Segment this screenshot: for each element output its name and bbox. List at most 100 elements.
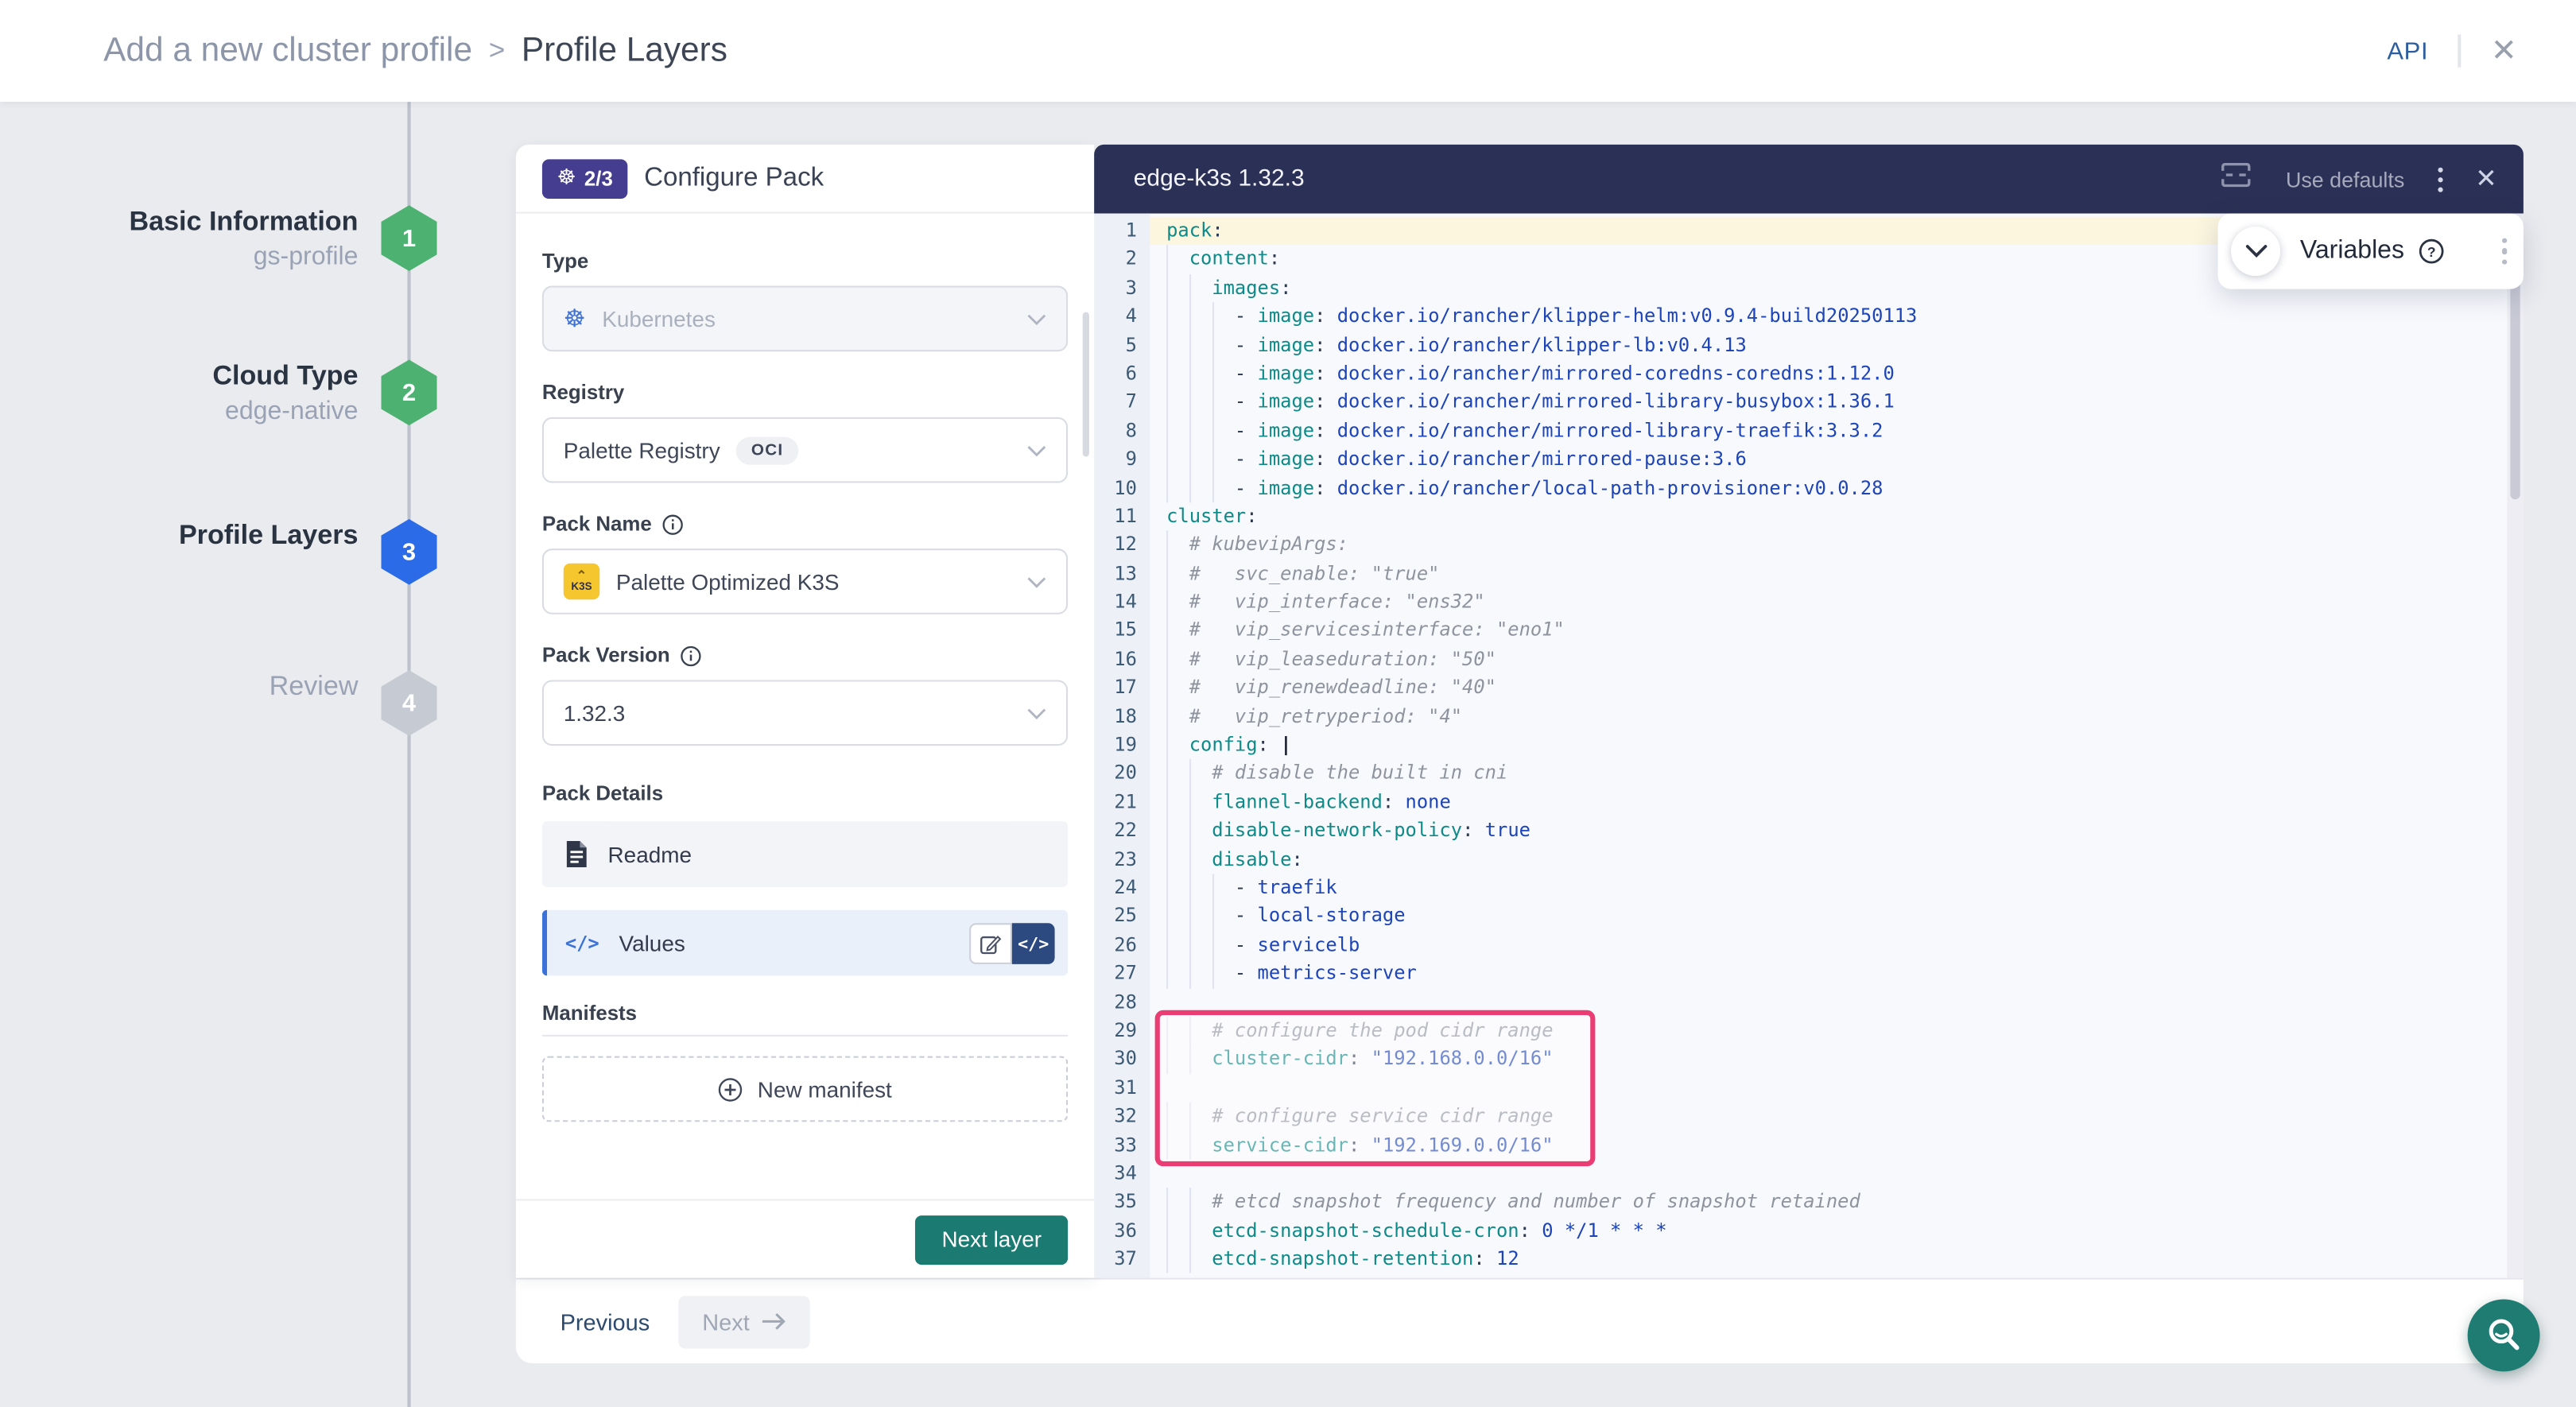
document-icon — [565, 841, 588, 867]
step-badge-hexagon: 4 — [381, 670, 436, 736]
kubernetes-icon: ☸ — [564, 304, 586, 333]
code-line: flannel-backend: none — [1150, 788, 2507, 816]
breadcrumb-current: Profile Layers — [522, 31, 727, 71]
type-label: Type — [542, 250, 1068, 273]
top-header: Add a new cluster profile > Profile Laye… — [0, 0, 2576, 102]
info-icon[interactable] — [680, 645, 701, 666]
kebab-menu-icon[interactable] — [2501, 238, 2507, 265]
sidebar-step-review[interactable]: Review 4 — [66, 669, 437, 704]
code-line: # vip_interface: "ens32" — [1150, 588, 2507, 617]
manifests-label: Manifests — [542, 1002, 1068, 1025]
pack-details-readme-item[interactable]: Readme — [542, 821, 1068, 887]
code-line: - image: docker.io/rancher/klipper-lb:v0… — [1150, 331, 2507, 359]
step-title: Basic Information — [66, 203, 359, 239]
search-icon — [2484, 1316, 2524, 1355]
registry-select[interactable]: Palette Registry OCI — [542, 417, 1068, 483]
panel-title: Configure Pack — [644, 164, 824, 193]
code-line: cluster-cidr: "192.168.0.0/16" — [1150, 1045, 2507, 1074]
pack-values-editor: edge-k3s 1.32.3 Use defaults ✕ 123456789… — [1094, 145, 2524, 1278]
search-fab-button[interactable] — [2468, 1299, 2540, 1371]
info-icon[interactable] — [661, 514, 683, 535]
next-layer-button[interactable]: Next layer — [915, 1215, 1068, 1264]
code-line: - image: docker.io/rancher/local-path-pr… — [1150, 474, 2507, 502]
pack-version-label: Pack Version — [542, 644, 1068, 667]
step-title: Review — [66, 669, 359, 704]
code-line: - image: docker.io/rancher/mirrored-libr… — [1150, 417, 2507, 445]
diff-compare-icon[interactable] — [2220, 161, 2252, 197]
code-line: etcd-snapshot-retention: 12 — [1150, 1245, 2507, 1273]
code-line — [1150, 988, 2507, 1017]
sidebar-step-basic-information[interactable]: Basic Information gs-profile 1 — [66, 203, 437, 276]
line-number-gutter: 1234567891011121314151617181920212223242… — [1094, 214, 1150, 1278]
k3s-pack-icon: ⌃ K3S — [564, 564, 599, 599]
editor-header: edge-k3s 1.32.3 Use defaults ✕ — [1094, 145, 2524, 214]
chevron-down-icon — [1026, 707, 1046, 719]
code-line: # disable the built in cni — [1150, 760, 2507, 789]
code-line: - image: docker.io/rancher/mirrored-core… — [1150, 359, 2507, 388]
form-scrollbar-thumb[interactable] — [1083, 312, 1089, 457]
svg-text:?: ? — [2428, 244, 2437, 260]
code-line: etcd-snapshot-schedule-cron: 0 */1 * * * — [1150, 1216, 2507, 1245]
breadcrumb: Add a new cluster profile > Profile Laye… — [103, 31, 727, 71]
code-line: disable-network-policy: true — [1150, 816, 2507, 845]
step-badge-hexagon: 3 — [381, 519, 436, 585]
previous-button[interactable]: Previous — [561, 1308, 650, 1335]
code-line: # vip_servicesinterface: "eno1" — [1150, 617, 2507, 645]
header-divider — [2458, 34, 2461, 67]
code-line: # vip_retryperiod: "4" — [1150, 703, 2507, 731]
editor-title: edge-k3s 1.32.3 — [1134, 166, 1305, 192]
breadcrumb-parent-link[interactable]: Add a new cluster profile — [103, 31, 472, 71]
kubernetes-icon: ☸ — [557, 168, 576, 189]
new-manifest-button[interactable]: New manifest — [542, 1056, 1068, 1122]
code-line: # vip_leaseduration: "50" — [1150, 645, 2507, 674]
code-line: - image: docker.io/rancher/klipper-helm:… — [1150, 303, 2507, 331]
next-button[interactable]: Next — [679, 1295, 810, 1347]
code-line: # configure service cidr range — [1150, 1103, 2507, 1131]
code-line — [1150, 1074, 2507, 1103]
close-icon[interactable]: ✕ — [2491, 35, 2517, 66]
arrow-right-icon — [762, 1312, 787, 1331]
sidebar-step-profile-layers[interactable]: Profile Layers 3 — [66, 517, 437, 553]
yaml-code-editor[interactable]: 1234567891011121314151617181920212223242… — [1094, 214, 2524, 1278]
plus-icon — [718, 1076, 743, 1101]
code-line: - servicelb — [1150, 931, 2507, 959]
code-line: # kubevipArgs: — [1150, 531, 2507, 560]
step-title: Cloud Type — [66, 358, 359, 393]
code-line: # vip_renewdeadline: "40" — [1150, 674, 2507, 703]
sidebar-step-cloud-type[interactable]: Cloud Type edge-native 2 — [66, 358, 437, 430]
editor-scrollbar[interactable] — [2507, 214, 2524, 1278]
edit-values-button[interactable] — [969, 923, 1012, 964]
configure-pack-panel: ☸ 2/3 Configure Pack Type ☸ Kubernetes R… — [516, 145, 1094, 1278]
pack-name-label: Pack Name — [542, 513, 1068, 536]
api-button[interactable]: API — [2387, 37, 2428, 64]
chevron-down-icon[interactable] — [2231, 227, 2280, 276]
type-select: ☸ Kubernetes — [542, 286, 1068, 352]
code-icon: </> — [565, 932, 599, 955]
code-line: - image: docker.io/rancher/mirrored-paus… — [1150, 445, 2507, 474]
code-view-button[interactable]: </> — [1012, 923, 1055, 964]
pack-details-values-item[interactable]: </> Values </> — [542, 910, 1068, 976]
registry-oci-badge: OCI — [736, 436, 798, 464]
code-line: # etcd snapshot frequency and number of … — [1150, 1188, 2507, 1217]
code-line: - traefik — [1150, 874, 2507, 902]
code-line: # svc_enable: "true" — [1150, 560, 2507, 588]
variables-label: Variables — [2300, 237, 2404, 266]
pack-step-badge: ☸ 2/3 — [542, 158, 628, 198]
code-content: pack: content: images: - image: docker.i… — [1150, 214, 2507, 1278]
help-icon[interactable]: ? — [2419, 238, 2446, 265]
variables-panel: Variables ? — [2218, 214, 2524, 289]
use-defaults-button[interactable]: Use defaults — [2286, 167, 2404, 192]
code-line: - local-storage — [1150, 902, 2507, 931]
code-line: service-cidr: "192.169.0.0/16" — [1150, 1131, 2507, 1160]
pack-name-select[interactable]: ⌃ K3S Palette Optimized K3S — [542, 548, 1068, 614]
kebab-menu-icon[interactable] — [2438, 167, 2442, 192]
code-line — [1150, 1160, 2507, 1188]
step-subtitle: gs-profile — [66, 240, 359, 276]
pack-version-select[interactable]: 1.32.3 — [542, 680, 1068, 746]
close-icon[interactable]: ✕ — [2475, 163, 2497, 196]
code-line: - image: docker.io/rancher/mirrored-libr… — [1150, 388, 2507, 417]
manifests-divider — [542, 1035, 1068, 1037]
step-title: Profile Layers — [66, 517, 359, 553]
code-line: cluster: — [1150, 502, 2507, 531]
step-badge-hexagon: 1 — [381, 205, 436, 271]
